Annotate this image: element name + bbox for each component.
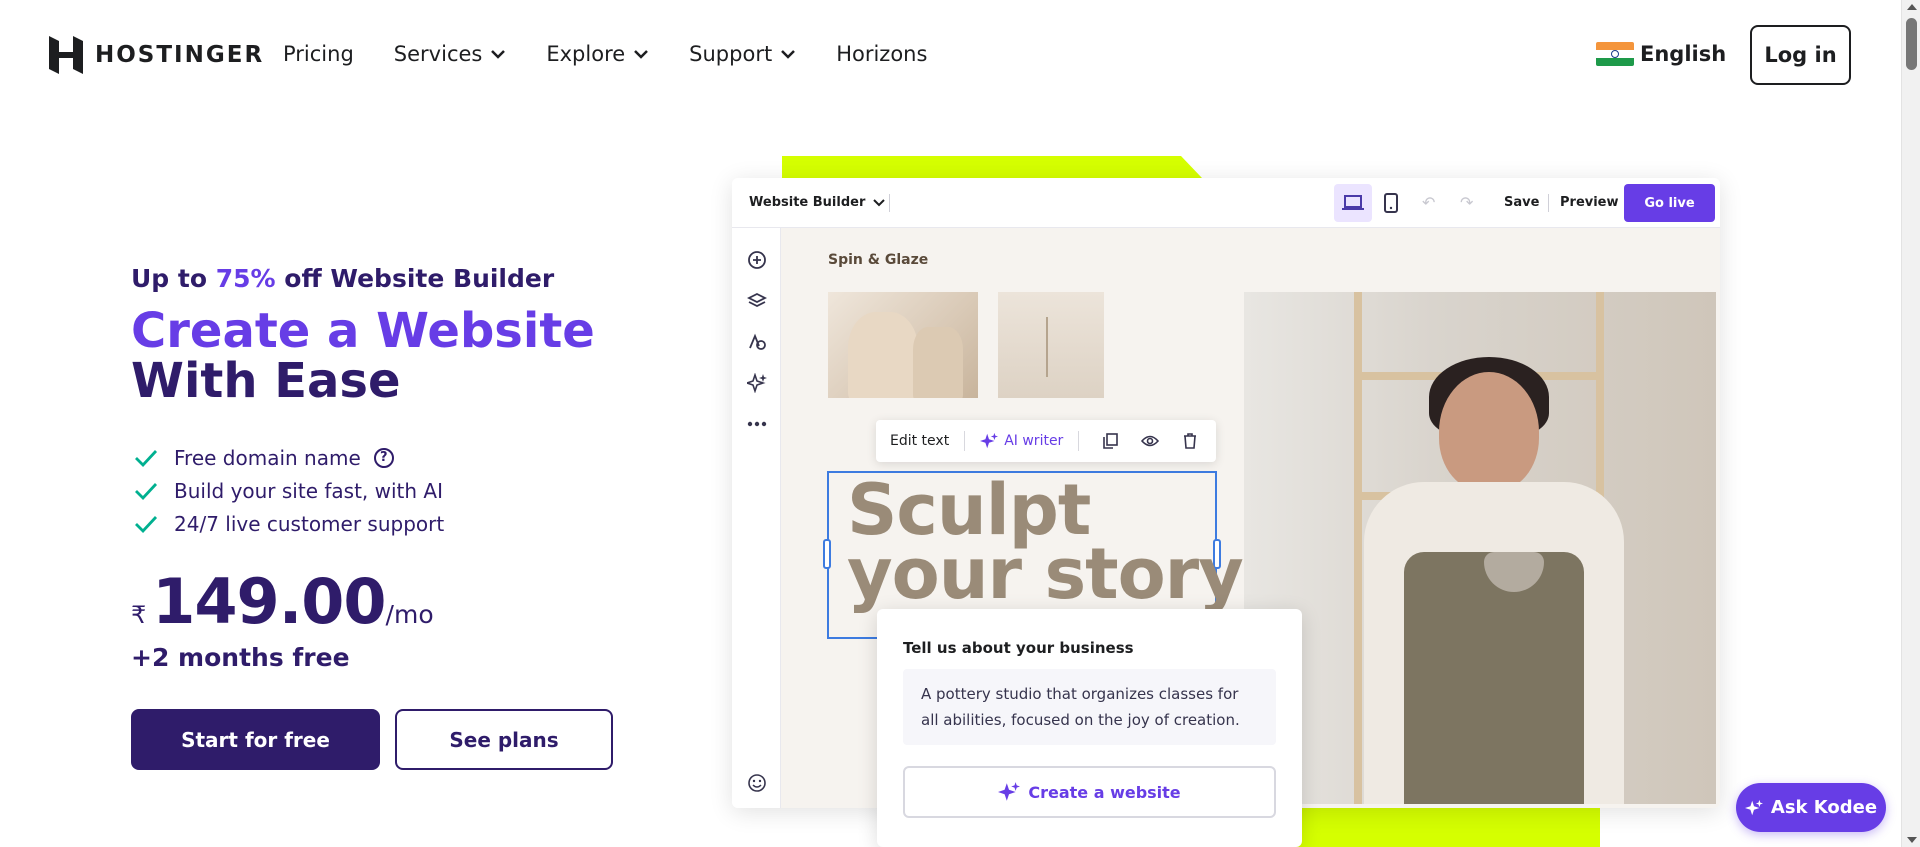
delete-trash-icon[interactable] <box>1181 432 1199 450</box>
promo-prefix: Up to <box>131 264 216 293</box>
feature-list: Free domain name ? Build your site fast,… <box>134 441 444 540</box>
duplicate-icon[interactable] <box>1101 432 1119 450</box>
price: ₹ 149.00 /mo <box>131 565 434 638</box>
hero-title-rest: With Ease <box>131 353 401 409</box>
headline-line-2: your story <box>847 533 1244 615</box>
desktop-view-button[interactable] <box>1334 184 1372 222</box>
ai-sparkle-icon <box>1744 799 1763 815</box>
resize-handle-left[interactable] <box>823 539 831 569</box>
nav-explore-label: Explore <box>546 42 626 66</box>
vase-image[interactable] <box>828 292 978 398</box>
ai-sparkle-icon <box>998 782 1021 801</box>
check-icon <box>135 515 158 533</box>
nav-horizons-label: Horizons <box>836 42 928 66</box>
nav-explore[interactable]: Explore <box>546 42 649 66</box>
nav-pricing[interactable]: Pricing <box>283 42 354 66</box>
nav-pricing-label: Pricing <box>283 42 354 66</box>
chevron-down-icon <box>873 198 886 206</box>
go-live-button[interactable]: Go live <box>1624 184 1715 222</box>
ask-kodee-label: Ask Kodee <box>1770 797 1878 818</box>
divider <box>889 194 890 212</box>
laptop-icon <box>1342 195 1364 210</box>
check-icon <box>135 482 158 500</box>
decorative-lime-stripe <box>782 156 1202 178</box>
mobile-icon <box>1384 193 1398 213</box>
visibility-eye-icon[interactable] <box>1141 432 1160 450</box>
login-button[interactable]: Log in <box>1750 25 1851 85</box>
bonus-text: +2 months free <box>131 643 350 672</box>
create-website-button[interactable]: Create a website <box>903 766 1276 818</box>
ai-writer-button[interactable]: AI writer <box>980 432 1063 450</box>
chevron-down-icon <box>491 50 506 59</box>
save-button[interactable]: Save <box>1504 195 1539 210</box>
promo-discount: 75% <box>215 264 276 293</box>
nav-support[interactable]: Support <box>689 42 796 66</box>
price-amount: 149.00 <box>152 565 386 638</box>
india-flag-icon <box>1596 42 1634 66</box>
see-plans-button[interactable]: See plans <box>395 709 613 770</box>
divider <box>1548 194 1549 212</box>
page-scrollbar[interactable] <box>1901 0 1920 847</box>
ai-sparkle-icon[interactable] <box>745 371 769 395</box>
styles-icon[interactable] <box>745 330 769 354</box>
layers-icon[interactable] <box>745 289 769 313</box>
language-selector[interactable]: English <box>1596 42 1726 66</box>
scroll-down-arrow-icon[interactable] <box>1907 837 1917 843</box>
more-icon[interactable] <box>745 412 769 436</box>
preview-button[interactable]: Preview <box>1560 195 1619 210</box>
builder-title: Website Builder <box>749 195 866 210</box>
nav-support-label: Support <box>689 42 773 66</box>
site-header: HOSTINGER Pricing Services Explore Suppo… <box>0 0 1900 110</box>
scroll-up-arrow-icon[interactable] <box>1907 4 1917 10</box>
ai-writer-label: AI writer <box>1004 433 1064 449</box>
dried-flowers-image[interactable] <box>998 292 1104 398</box>
language-label: English <box>1640 42 1727 66</box>
main-nav: Pricing Services Explore Support Horizon… <box>283 42 927 66</box>
promo-text: Up to 75% off Website Builder <box>131 264 554 293</box>
business-prompt-card: Tell us about your business A pottery st… <box>877 609 1302 847</box>
hero-headline[interactable]: Sculpt your story <box>847 475 1244 615</box>
nav-services-label: Services <box>393 42 483 66</box>
potter-photo[interactable] <box>1244 292 1716 804</box>
price-period: /mo <box>385 600 434 629</box>
check-icon <box>135 449 158 467</box>
redo-icon[interactable]: ↷ <box>1460 193 1480 213</box>
create-website-label: Create a website <box>1028 782 1181 802</box>
logo-text: HOSTINGER <box>95 42 265 68</box>
feature-label: Free domain name <box>174 445 361 470</box>
hero-title: Create a Website With Ease <box>131 306 691 406</box>
start-for-free-button[interactable]: Start for free <box>131 709 380 770</box>
ask-kodee-button[interactable]: Ask Kodee <box>1736 783 1886 832</box>
builder-title-dropdown[interactable]: Website Builder <box>749 195 886 210</box>
promo-suffix: off Website Builder <box>275 264 555 293</box>
currency-symbol: ₹ <box>131 601 147 629</box>
builder-toolbar: Website Builder ↶ ↷ Save Preview Go live <box>732 178 1720 228</box>
hostinger-logo[interactable]: HOSTINGER <box>49 36 264 74</box>
hero-title-accent: Create a Website <box>131 303 595 359</box>
nav-services[interactable]: Services <box>394 42 507 66</box>
feature-label: Build your site fast, with AI <box>174 478 444 503</box>
undo-icon[interactable]: ↶ <box>1422 193 1442 213</box>
help-icon[interactable]: ? <box>373 447 394 468</box>
site-brand-name[interactable]: Spin & Glaze <box>828 252 928 268</box>
edit-text-button[interactable]: Edit text <box>890 433 949 449</box>
business-description-input[interactable]: A pottery studio that organizes classes … <box>903 669 1276 745</box>
hostinger-logo-icon <box>49 36 83 74</box>
chevron-down-icon <box>781 50 796 59</box>
chevron-down-icon <box>634 50 649 59</box>
text-edit-toolbar: Edit text AI writer <box>876 420 1216 462</box>
nav-horizons[interactable]: Horizons <box>836 42 927 66</box>
ai-sparkle-icon <box>980 432 999 449</box>
feature-label: 24/7 live customer support <box>174 511 445 536</box>
scroll-thumb[interactable] <box>1906 18 1917 70</box>
feature-item: Free domain name ? <box>134 441 444 474</box>
builder-sidebar <box>732 228 781 808</box>
emoji-icon[interactable] <box>745 771 769 795</box>
business-prompt-title: Tell us about your business <box>903 639 1134 657</box>
feature-item: 24/7 live customer support <box>134 507 444 540</box>
feature-item: Build your site fast, with AI <box>134 474 444 507</box>
add-element-icon[interactable] <box>745 248 769 272</box>
mobile-view-button[interactable] <box>1372 184 1410 222</box>
